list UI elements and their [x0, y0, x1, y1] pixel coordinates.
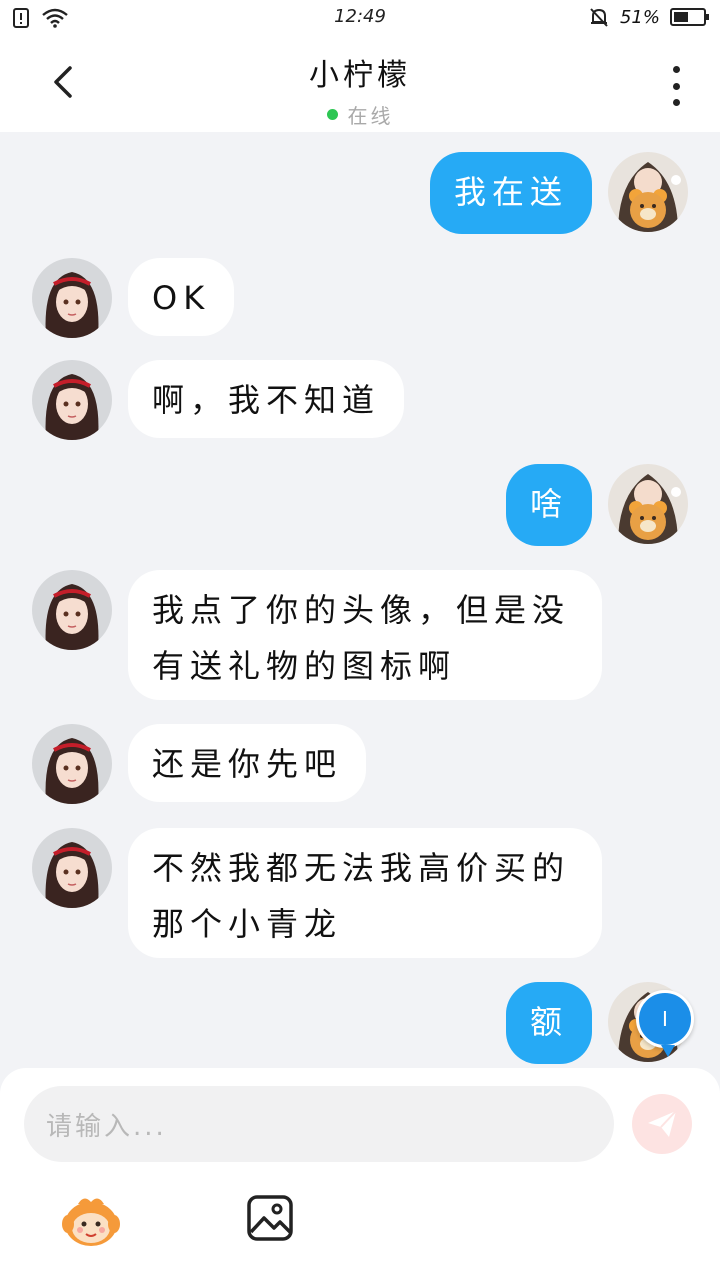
- battery-percent: 51%: [619, 6, 660, 28]
- user-avatar[interactable]: [608, 152, 688, 232]
- message-row: 啊，我不知道: [0, 360, 720, 440]
- anime-girl-avatar-icon: [32, 724, 112, 804]
- online-status-label: 在线: [347, 104, 394, 128]
- incoming-message-bubble[interactable]: OK: [128, 258, 235, 336]
- user-avatar[interactable]: [608, 464, 688, 544]
- online-dot-icon: [326, 109, 338, 120]
- message-input[interactable]: 请输入...: [24, 1086, 614, 1162]
- teddy-bear-avatar-icon: [608, 152, 688, 232]
- contact-avatar[interactable]: [32, 258, 112, 338]
- floating-chat-badge[interactable]: I: [636, 990, 694, 1057]
- contact-name: 小柠檬: [309, 58, 411, 93]
- message-text-line: OK: [152, 279, 211, 317]
- image-picker-icon[interactable]: [246, 1194, 294, 1242]
- contact-avatar[interactable]: [32, 828, 112, 908]
- incoming-message-bubble[interactable]: 不然我都无法我高价买的 那个小青龙: [128, 828, 602, 958]
- message-row: 额: [0, 982, 720, 1064]
- message-text-line: 额: [529, 1003, 568, 1041]
- chat-title-block: 小柠檬 在线: [0, 50, 720, 129]
- incoming-message-bubble[interactable]: 啊，我不知道: [128, 360, 405, 438]
- online-status: 在线: [0, 100, 720, 129]
- message-text-line: 不然我都无法我高价买的: [152, 849, 571, 887]
- message-input-placeholder: 请输入...: [46, 1111, 167, 1142]
- contact-avatar[interactable]: [32, 724, 112, 804]
- floating-badge-label: I: [662, 1007, 668, 1031]
- contact-avatar[interactable]: [32, 570, 112, 650]
- mute-bell-icon: [590, 8, 608, 27]
- anime-girl-avatar-icon: [32, 828, 112, 908]
- message-row: 我在送: [0, 152, 720, 234]
- chat-messages[interactable]: 我在送 OK 啊，我不知道 啥 我点了你的头像，但是没 有送礼物的图标啊 还是你…: [0, 132, 720, 1072]
- incoming-message-bubble[interactable]: 我点了你的头像，但是没 有送礼物的图标啊: [128, 570, 602, 700]
- input-panel: 请输入...: [0, 1068, 720, 1280]
- more-options-button[interactable]: [664, 66, 688, 106]
- anime-girl-avatar-icon: [32, 360, 112, 440]
- outgoing-message-bubble[interactable]: 额: [505, 982, 592, 1064]
- more-dot-icon: [672, 82, 680, 90]
- outgoing-message-bubble[interactable]: 啥: [505, 464, 592, 546]
- outgoing-message-bubble[interactable]: 我在送: [429, 152, 592, 234]
- chat-header: 小柠檬 在线: [0, 36, 720, 132]
- incoming-message-bubble[interactable]: 还是你先吧: [128, 724, 367, 802]
- more-dot-icon: [672, 66, 680, 73]
- message-text-line: 我在送: [453, 173, 568, 211]
- message-text-line: 有送礼物的图标啊: [152, 647, 457, 685]
- message-row: 不然我都无法我高价买的 那个小青龙: [0, 828, 720, 958]
- message-text-line: 我点了你的头像，但是没: [152, 591, 571, 629]
- battery-level-fill: [674, 12, 688, 22]
- anime-girl-avatar-icon: [32, 258, 112, 338]
- teddy-bear-avatar-icon: [608, 464, 688, 544]
- emoji-sticker-icon[interactable]: [60, 1192, 122, 1248]
- status-bar: 12:49 51%: [0, 0, 720, 36]
- message-text-line: 还是你先吧: [152, 745, 343, 783]
- message-text-line: 那个小青龙: [152, 905, 343, 943]
- message-text-line: 啊，我不知道: [152, 381, 381, 419]
- battery-icon: [670, 8, 709, 26]
- message-row: OK: [0, 258, 720, 338]
- message-row: 我点了你的头像，但是没 有送礼物的图标啊: [0, 570, 720, 700]
- message-row: 还是你先吧: [0, 724, 720, 804]
- contact-avatar[interactable]: [32, 360, 112, 440]
- paper-plane-icon: [648, 1110, 677, 1137]
- message-row: 啥: [0, 464, 720, 546]
- more-dot-icon: [672, 99, 680, 106]
- status-right-icons: 51%: [588, 6, 709, 28]
- message-text-line: 啥: [529, 485, 568, 523]
- send-button[interactable]: [632, 1094, 692, 1154]
- anime-girl-avatar-icon: [32, 570, 112, 650]
